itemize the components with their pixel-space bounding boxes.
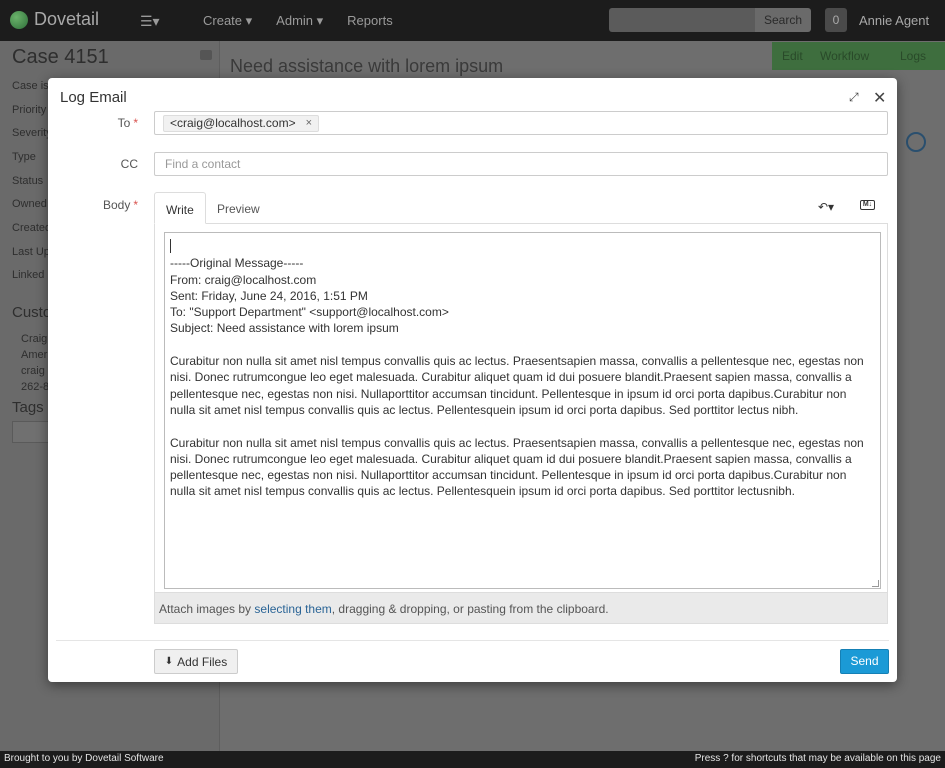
close-icon[interactable]: ✕ [873, 88, 886, 108]
case-action-bar: Edit Workflow Logs [772, 42, 945, 70]
resize-handle[interactable] [872, 580, 879, 587]
logs-button[interactable]: Logs [900, 49, 926, 63]
modal-divider [56, 640, 889, 641]
body-text-line: nulla sit amet nisl tempus convallis qui… [170, 402, 799, 417]
log-email-modal: Log Email ⤢ ✕ To * <craig@localhost.com> … [48, 78, 897, 682]
user-menu[interactable]: Annie Agent [859, 13, 929, 28]
body-tabs: Write Preview ↶▾ M↓ [154, 192, 888, 224]
case-field: Owned [12, 198, 47, 210]
case-field: Type [12, 151, 36, 163]
nav-reports[interactable]: Reports [347, 13, 393, 29]
customer-line: 262-8 [21, 381, 50, 393]
add-files-button[interactable]: ⬇ Add Files [154, 649, 238, 674]
to-field[interactable]: <craig@localhost.com> × [154, 111, 888, 135]
email-header-line: To: "Support Department" <support@localh… [170, 305, 449, 320]
remove-recipient-icon[interactable]: × [306, 116, 312, 131]
compress-icon[interactable]: ⤢ [849, 90, 859, 105]
nav-admin[interactable]: Admin ▾ [276, 13, 323, 29]
nav-create[interactable]: Create ▾ [203, 13, 252, 29]
case-field: Severity [12, 127, 52, 139]
dovetail-logo-icon [10, 10, 28, 29]
body-text-line: Curabitur non nulla sit amet nisl tempus… [170, 354, 864, 369]
body-text-line: pellentesque nec, egestas non nisi. Null… [170, 468, 847, 483]
body-text-line: nisi. Donec rutrumcongue leo eget malesu… [170, 451, 852, 466]
tab-write[interactable]: Write [154, 192, 206, 224]
body-text-line: nulla sit amet nisl tempus convallis qui… [170, 484, 795, 499]
printer-icon[interactable] [200, 50, 212, 60]
upload-icon: ⬇ [164, 656, 174, 667]
reply-icon[interactable]: ↶▾ [818, 200, 834, 214]
case-title: Case 4151 [12, 46, 109, 68]
body-text-line: Curabitur non nulla sit amet nisl tempus… [170, 435, 864, 450]
email-header-line: From: craig@localhost.com [170, 272, 317, 287]
top-navbar: Dovetail ☰▾ Create ▾ Admin ▾ Reports Sea… [0, 0, 945, 41]
footer: Brought to you by Dovetail Software Pres… [0, 751, 945, 768]
case-field: Status [12, 175, 44, 187]
brand[interactable]: Dovetail [10, 9, 99, 30]
email-header-line: -----Original Message----- [170, 256, 304, 271]
case-field: Created [12, 222, 52, 234]
list-circle-icon[interactable] [906, 132, 926, 152]
search-button[interactable]: Search [755, 8, 811, 32]
edit-button[interactable]: Edit [782, 49, 803, 63]
case-field: Linked [12, 269, 45, 281]
select-files-link[interactable]: selecting them [254, 602, 331, 616]
search-input[interactable] [609, 8, 755, 32]
case-field: Last Up [12, 246, 50, 258]
case-field: Priority [12, 104, 47, 116]
attach-bar: Attach images by selecting them, draggin… [155, 592, 887, 623]
markdown-icon[interactable]: M↓ [860, 200, 875, 210]
email-header-line: Subject: Need assistance with lorem ipsu… [170, 321, 399, 336]
send-button[interactable]: Send [840, 649, 889, 674]
email-header-line: Sent: Friday, June 24, 2016, 1:51 PM [170, 288, 368, 303]
footer-credit: Brought to you by Dovetail Software [4, 753, 164, 764]
tags-section-title: Tags [12, 399, 44, 416]
case-subject: Need assistance with lorem ipsum [230, 56, 504, 76]
body-text-line: pellentesque nec, egestas non nisi. Null… [170, 386, 847, 401]
body-text-line: nisi. Donec rutrumcongue leo eget malesu… [170, 370, 852, 385]
text-caret [170, 239, 171, 253]
modal-title: Log Email [60, 89, 127, 106]
menu-toggle-icon[interactable]: ☰▾ [140, 13, 160, 30]
customer-section-title: Custo [12, 304, 52, 321]
body-label: Body * [102, 198, 138, 212]
tab-preview[interactable]: Preview [206, 192, 271, 224]
brand-name: Dovetail [34, 9, 100, 29]
workflow-button[interactable]: Workflow [820, 49, 869, 63]
body-textarea[interactable]: -----Original Message----- From: craig@l… [164, 232, 881, 589]
customer-line: craig [21, 365, 45, 377]
recipient-email: <craig@localhost.com> [170, 116, 296, 130]
body-panel: -----Original Message----- From: craig@l… [154, 224, 888, 624]
customer-line: Craig [21, 333, 48, 345]
cc-label: CC [120, 157, 138, 171]
cc-field[interactable] [154, 152, 888, 176]
recipient-chip[interactable]: <craig@localhost.com> × [163, 115, 320, 132]
nav-menu: Create ▾ Admin ▾ Reports [203, 13, 393, 29]
footer-shortcut-hint: Press ? for shortcuts that may be availa… [694, 753, 941, 764]
case-field: Case is [12, 80, 49, 92]
customer-line: Amer [21, 349, 48, 361]
notification-badge[interactable]: 0 [825, 8, 847, 32]
to-label: To * [117, 116, 138, 130]
